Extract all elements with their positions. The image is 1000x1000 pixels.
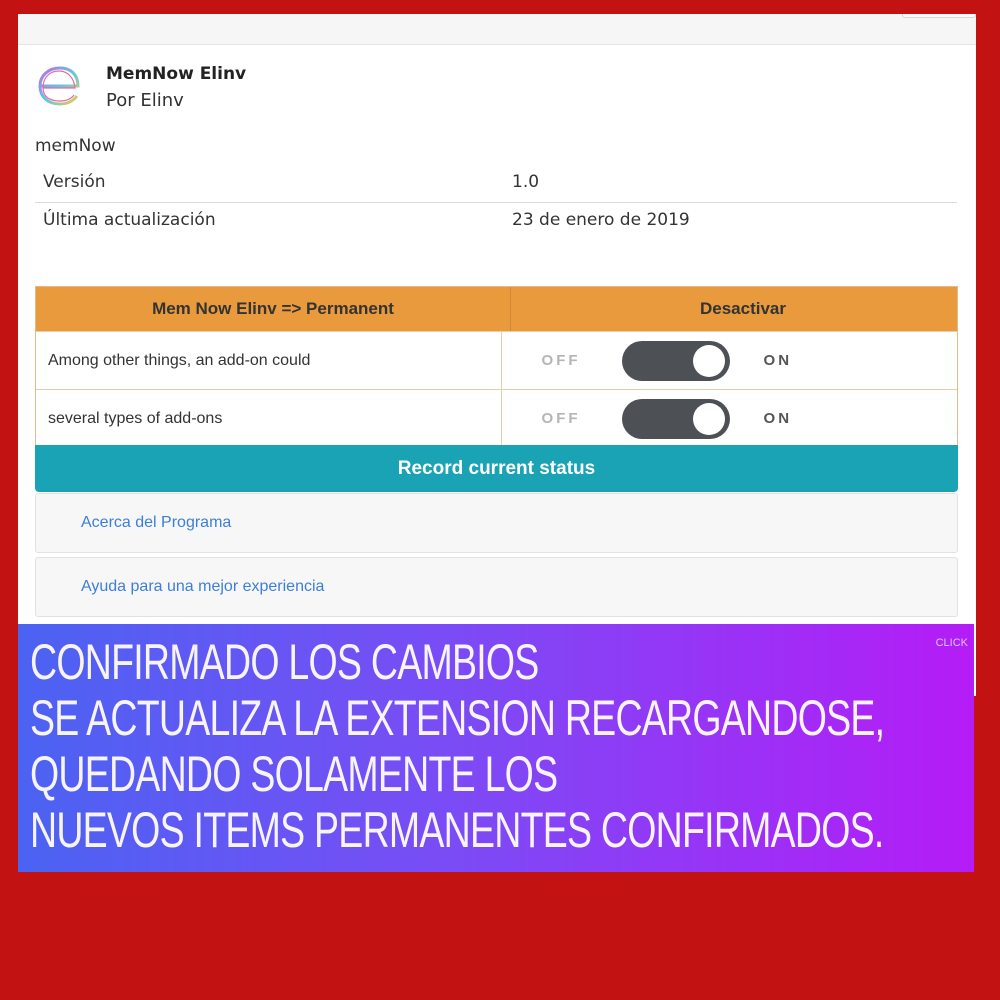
toggle-switch[interactable]: [621, 341, 730, 381]
row-label: Among other things, an add-on could: [36, 332, 502, 389]
caption-overlay: CLICK CONFIRMADO LOS CAMBIOS SE ACTUALIZ…: [18, 624, 974, 872]
record-status-button[interactable]: Record current status: [35, 445, 958, 492]
table-header: Mem Now Elinv => Permanent Desactivar: [36, 287, 957, 331]
off-label: OFF: [541, 352, 581, 369]
last-update-value: 23 de enero de 2019: [512, 210, 690, 230]
version-row: Versión 1.0: [35, 164, 957, 203]
panel-top-bar: [18, 14, 976, 45]
table-row: several types of add-ons OFF ON: [36, 389, 957, 447]
extension-name: MemNow Elinv: [106, 64, 247, 84]
last-update-row: Última actualización 23 de enero de 2019: [35, 202, 957, 240]
extension-logo-icon: [34, 62, 84, 108]
table-header-right[interactable]: Desactivar: [511, 287, 975, 331]
caption-line: QUEDANDO SOLAMENTE LOS: [30, 746, 558, 802]
toggle-switch[interactable]: [621, 399, 730, 439]
about-link-card[interactable]: Acerca del Programa: [35, 493, 958, 553]
version-label: Versión: [43, 172, 106, 192]
version-value: 1.0: [512, 172, 540, 192]
extension-author: Por Elinv: [106, 90, 184, 111]
extension-description: memNow: [35, 136, 116, 156]
permanent-settings-table: Mem Now Elinv => Permanent Desactivar Am…: [35, 286, 958, 448]
help-link-card[interactable]: Ayuda para una mejor experiencia: [35, 557, 958, 617]
toggle-cell: OFF ON: [502, 390, 957, 447]
caption-line: NUEVOS ITEMS PERMANENTES CONFIRMADOS.: [30, 802, 884, 858]
on-label: ON: [763, 410, 793, 427]
about-link[interactable]: Acerca del Programa: [81, 514, 231, 532]
caption-text: CONFIRMADO LOS CAMBIOS SE ACTUALIZA LA E…: [30, 634, 975, 858]
off-label: OFF: [541, 410, 581, 427]
help-link[interactable]: Ayuda para una mejor experiencia: [81, 578, 324, 596]
last-update-label: Última actualización: [43, 210, 216, 230]
on-label: ON: [763, 352, 793, 369]
toggle-knob: [692, 403, 725, 435]
table-header-left: Mem Now Elinv => Permanent: [36, 287, 511, 331]
caption-line: SE ACTUALIZA LA EXTENSION RECARGANDOSE,: [30, 690, 885, 746]
caption-line: CONFIRMADO LOS CAMBIOS: [30, 634, 539, 690]
top-bar-tab[interactable]: [902, 14, 976, 18]
row-label: several types of add-ons: [36, 390, 502, 447]
toggle-cell: OFF ON: [502, 332, 957, 389]
toggle-knob: [692, 345, 725, 377]
table-row: Among other things, an add-on could OFF …: [36, 331, 957, 389]
